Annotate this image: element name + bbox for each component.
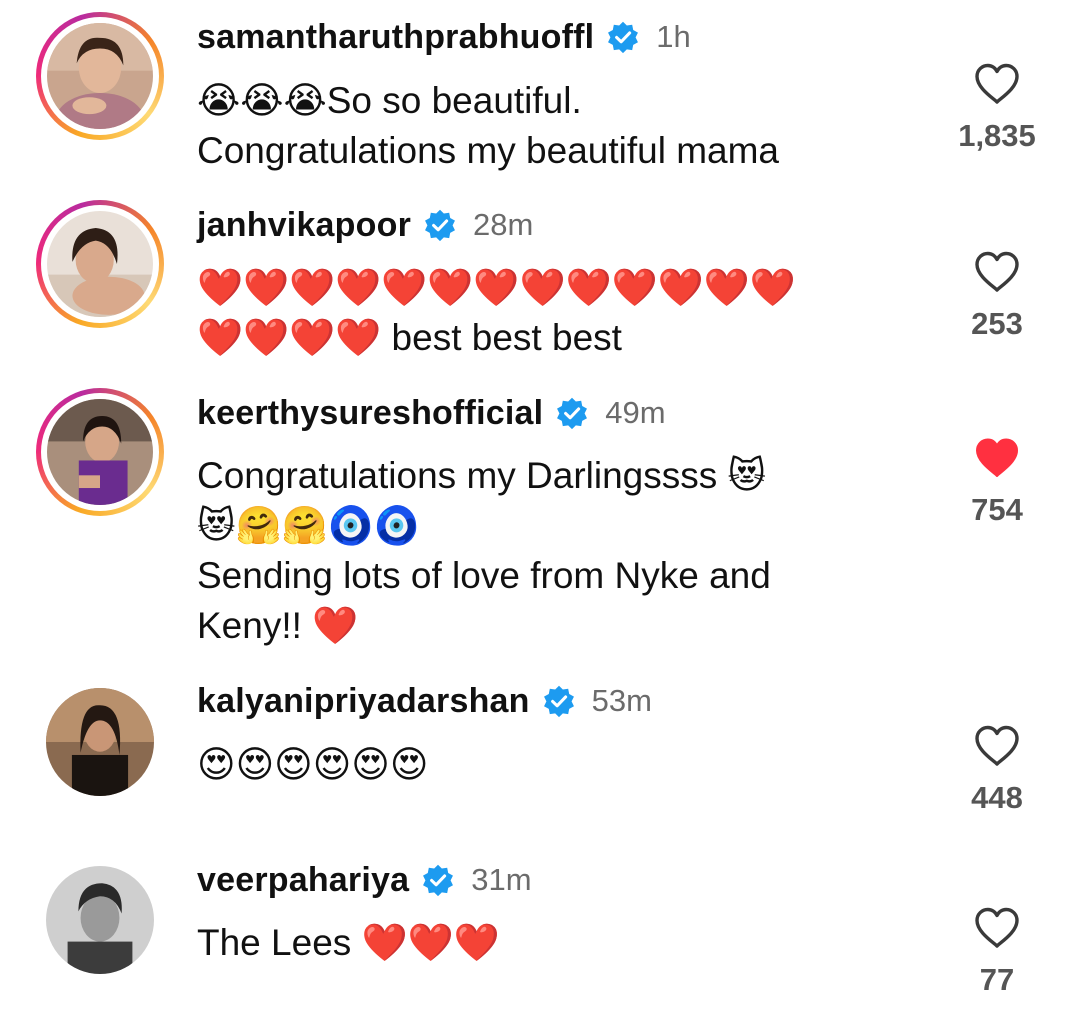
verified-badge-icon — [555, 396, 589, 430]
verified-badge-icon — [421, 863, 455, 897]
like-count: 448 — [971, 780, 1023, 815]
avatar-photo — [46, 688, 154, 796]
avatar-photo — [47, 399, 153, 505]
username-link[interactable]: samantharuthprabhuoffl — [197, 18, 594, 57]
avatar[interactable] — [36, 678, 164, 806]
comment-text: 😭😭😭So so beautiful. Congratulations my b… — [197, 80, 780, 171]
username-link[interactable]: janhvikapoor — [197, 206, 411, 245]
avatar[interactable] — [36, 388, 164, 516]
username-link[interactable]: kalyanipriyadarshan — [197, 682, 530, 721]
like-count: 1,835 — [958, 118, 1036, 153]
avatar[interactable] — [36, 856, 164, 984]
username-link[interactable]: keerthysureshofficial — [197, 394, 543, 433]
comment-text: Congratulations my Darlingssss 😻 😻🤗🤗🧿🧿 S… — [197, 455, 771, 646]
comment-time: 53m — [591, 683, 652, 718]
avatar[interactable] — [36, 12, 164, 140]
comment-text: The Lees ❤️❤️❤️ — [197, 922, 500, 963]
like-heart-icon[interactable] — [973, 62, 1021, 106]
comment-time: 31m — [471, 862, 532, 897]
like-heart-icon[interactable] — [973, 250, 1021, 294]
like-heart-icon[interactable] — [973, 906, 1021, 950]
liked-heart-icon[interactable] — [973, 436, 1021, 480]
like-count: 77 — [979, 962, 1015, 997]
avatar[interactable] — [36, 200, 164, 328]
like-heart-icon[interactable] — [973, 724, 1021, 768]
like-count: 253 — [971, 306, 1023, 341]
comment-text: ❤️❤️❤️❤️❤️❤️❤️❤️❤️❤️❤️❤️❤️ ❤️❤️❤️❤️ best… — [197, 267, 796, 358]
verified-badge-icon — [606, 20, 640, 54]
comment-text: 😍😍😍😍😍😍 — [197, 744, 429, 785]
avatar-photo — [47, 211, 153, 317]
verified-badge-icon — [542, 684, 576, 718]
comment-time: 1h — [656, 19, 691, 54]
like-count: 754 — [971, 492, 1023, 527]
comment-time: 28m — [473, 207, 534, 242]
comment-time: 49m — [605, 395, 666, 430]
avatar-photo — [46, 866, 154, 974]
avatar-photo — [47, 23, 153, 129]
verified-badge-icon — [423, 208, 457, 242]
username-link[interactable]: veerpahariya — [197, 861, 409, 900]
